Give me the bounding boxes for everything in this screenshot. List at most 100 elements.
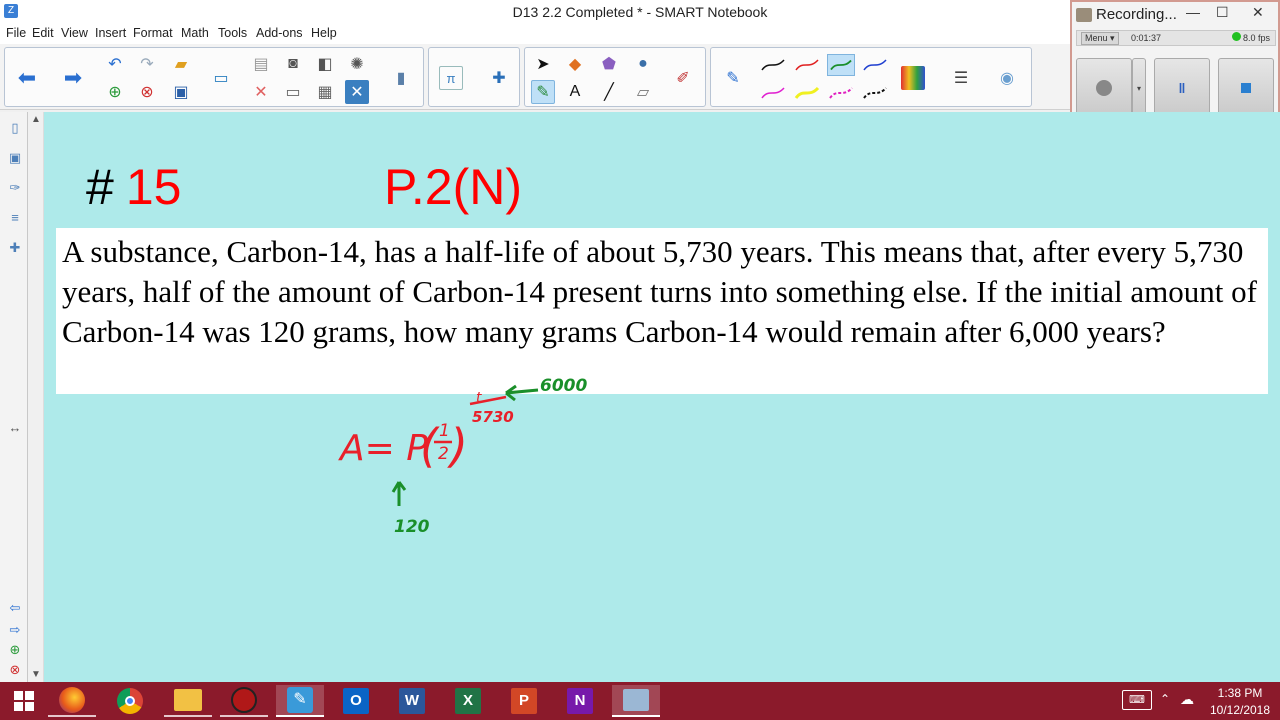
next-page-icon[interactable]: ➡: [61, 65, 85, 90]
taskbar-word[interactable]: W: [388, 685, 436, 717]
menu-help[interactable]: Help: [311, 26, 337, 40]
start-button[interactable]: [0, 685, 48, 717]
scroll-up-icon[interactable]: ▲: [31, 114, 41, 125]
undo-icon[interactable]: ↶: [103, 52, 127, 76]
side-tab-bar: ▯ ▣ ✑ ≡ ✚ ↔ ⇦ ⇨ ⊕ ⊗: [0, 112, 28, 682]
text-icon[interactable]: A: [563, 80, 587, 104]
eraser-shapes-icon[interactable]: ⬟: [597, 52, 621, 76]
recorder-options-button[interactable]: ▾: [1132, 58, 1146, 118]
eraser-icon[interactable]: ▱: [631, 80, 655, 104]
stop-icon: [1241, 83, 1251, 93]
magic-pen-icon[interactable]: ✺: [345, 52, 369, 76]
pen-green-icon-selected[interactable]: [827, 54, 855, 76]
onedrive-cloud-icon[interactable]: ☁: [1180, 691, 1194, 708]
menu-format[interactable]: Format: [133, 26, 173, 40]
taskbar-document-camera[interactable]: [612, 685, 660, 717]
recorder-minimize-button[interactable]: —: [1186, 4, 1200, 20]
smart-notebook-taskbar-icon: ✎: [287, 687, 313, 713]
side-add-page-icon[interactable]: ⊕: [6, 642, 24, 660]
menu-math[interactable]: Math: [181, 26, 209, 40]
pen-tool-icon[interactable]: ✎: [721, 66, 745, 90]
menu-file[interactable]: File: [6, 26, 26, 40]
shapes-icon[interactable]: ◆: [563, 52, 587, 76]
show-hidden-icons-icon[interactable]: ⌃: [1160, 692, 1170, 706]
full-screen-icon[interactable]: ▭: [281, 80, 305, 104]
taskbar-smart-notebook[interactable]: ✎: [276, 685, 324, 717]
taskbar-recorder-app[interactable]: [220, 685, 268, 717]
taskbar-file-explorer[interactable]: [164, 685, 212, 717]
recorder-record-button[interactable]: [1076, 58, 1132, 118]
pen-black-icon[interactable]: [759, 54, 787, 76]
paste-icon[interactable]: ▤: [249, 52, 273, 76]
recorder-pause-button[interactable]: ‖: [1154, 58, 1210, 118]
taskbar-powerpoint[interactable]: P: [500, 685, 548, 717]
transparency-icon[interactable]: ◉: [995, 66, 1019, 90]
recorder-window: Recording... — ☐ ✕ Menu ▾ 0:01:37 8.0 fp…: [1070, 0, 1280, 122]
recorder-status-bar: Menu ▾ 0:01:37 8.0 fps: [1076, 30, 1276, 46]
toolbar-group-pens: ✎ ☰ ◉: [710, 47, 1032, 107]
pen-pink-dashed-icon[interactable]: [827, 82, 855, 104]
menu-view[interactable]: View: [61, 26, 88, 40]
taskbar-date[interactable]: 10/12/2018: [1206, 703, 1274, 717]
fill-icon[interactable]: ●: [631, 52, 655, 76]
recorder-stop-button[interactable]: [1218, 58, 1274, 118]
recorder-maximize-button[interactable]: ☐: [1216, 4, 1229, 21]
pen-magenta-icon[interactable]: [759, 82, 787, 104]
color-palette-icon[interactable]: [901, 66, 925, 90]
previous-page-icon[interactable]: ⬅: [15, 65, 39, 90]
taskbar-onenote[interactable]: N: [556, 685, 604, 717]
menu-tools[interactable]: Tools: [218, 26, 247, 40]
redo-icon[interactable]: ↷: [135, 52, 159, 76]
taskbar-outlook[interactable]: O: [332, 685, 380, 717]
select-arrow-icon[interactable]: ➤: [531, 52, 555, 76]
taskbar-chrome[interactable]: [106, 685, 154, 717]
gallery-icon[interactable]: ▣: [6, 150, 24, 168]
side-prev-page-icon[interactable]: ⇦: [6, 600, 24, 618]
pen-black-dashed-icon[interactable]: [861, 82, 889, 104]
notebook-page-canvas[interactable]: #15 P.2(N) A substance, Carbon-14, has a…: [44, 112, 1280, 682]
pen-blue-icon[interactable]: [861, 54, 889, 76]
document-camera-icon[interactable]: ▮: [389, 66, 413, 90]
ink-p-value: 120: [394, 517, 430, 537]
powerpoint-icon: P: [511, 688, 537, 714]
properties-tab-icon[interactable]: ≡: [6, 210, 24, 228]
page-sorter-icon[interactable]: ▯: [6, 120, 24, 138]
recorder-menu-button[interactable]: Menu ▾: [1081, 32, 1119, 45]
addons-tab-icon[interactable]: ✚: [6, 240, 24, 258]
add-page-icon[interactable]: ⊕: [103, 80, 127, 104]
screen-capture-icon[interactable]: ◙: [281, 52, 305, 76]
vertical-scrollbar[interactable]: ▲ ▼: [28, 112, 44, 682]
attachments-icon[interactable]: ✑: [6, 180, 24, 198]
save-icon[interactable]: ▣: [169, 80, 193, 104]
recorder-close-button[interactable]: ✕: [1252, 4, 1264, 21]
pens-icon[interactable]: ✎: [531, 80, 555, 104]
close-toolbar-icon[interactable]: ✕: [345, 80, 369, 104]
delete-icon[interactable]: ✕: [249, 80, 273, 104]
scroll-down-icon[interactable]: ▼: [31, 669, 41, 680]
pen-yellow-icon[interactable]: [793, 82, 821, 104]
side-delete-page-icon[interactable]: ⊗: [6, 662, 24, 680]
taskbar-excel[interactable]: X: [444, 685, 492, 717]
delete-page-icon[interactable]: ⊗: [135, 80, 159, 104]
insert-table-icon[interactable]: ▦: [313, 80, 337, 104]
taskbar-time[interactable]: 1:38 PM: [1208, 686, 1272, 700]
toolbar-group-standard: ⬅ ➡ ↶ ↷ ▰ ⊕ ⊗ ▣ ▭ ▤ ◙ ◧ ✺ ✕ ▭ ▦ ✕ ▮: [4, 47, 424, 107]
resize-handle-icon[interactable]: ↔: [6, 420, 24, 438]
addons-puzzle-icon[interactable]: ✚: [487, 66, 511, 90]
toolbar-group-addons: π ✚: [428, 47, 520, 107]
line-style-icon[interactable]: ☰: [949, 66, 973, 90]
display-screen-icon[interactable]: ▭: [209, 66, 233, 90]
taskbar-firefox[interactable]: [48, 685, 96, 717]
open-file-icon[interactable]: ▰: [169, 52, 193, 76]
line-icon[interactable]: ╱: [597, 80, 621, 104]
menu-insert[interactable]: Insert: [95, 26, 126, 40]
touch-keyboard-icon[interactable]: ⌨: [1122, 690, 1152, 710]
menu-addons[interactable]: Add-ons: [256, 26, 303, 40]
menu-edit[interactable]: Edit: [32, 26, 54, 40]
properties-icon[interactable]: ✐: [671, 66, 695, 90]
math-tools-icon[interactable]: π: [439, 66, 463, 90]
screen-shade-icon[interactable]: ◧: [313, 52, 337, 76]
recorder-status-dot-icon: [1232, 32, 1241, 41]
side-next-page-icon[interactable]: ⇨: [6, 622, 24, 640]
pen-red-icon[interactable]: [793, 54, 821, 76]
